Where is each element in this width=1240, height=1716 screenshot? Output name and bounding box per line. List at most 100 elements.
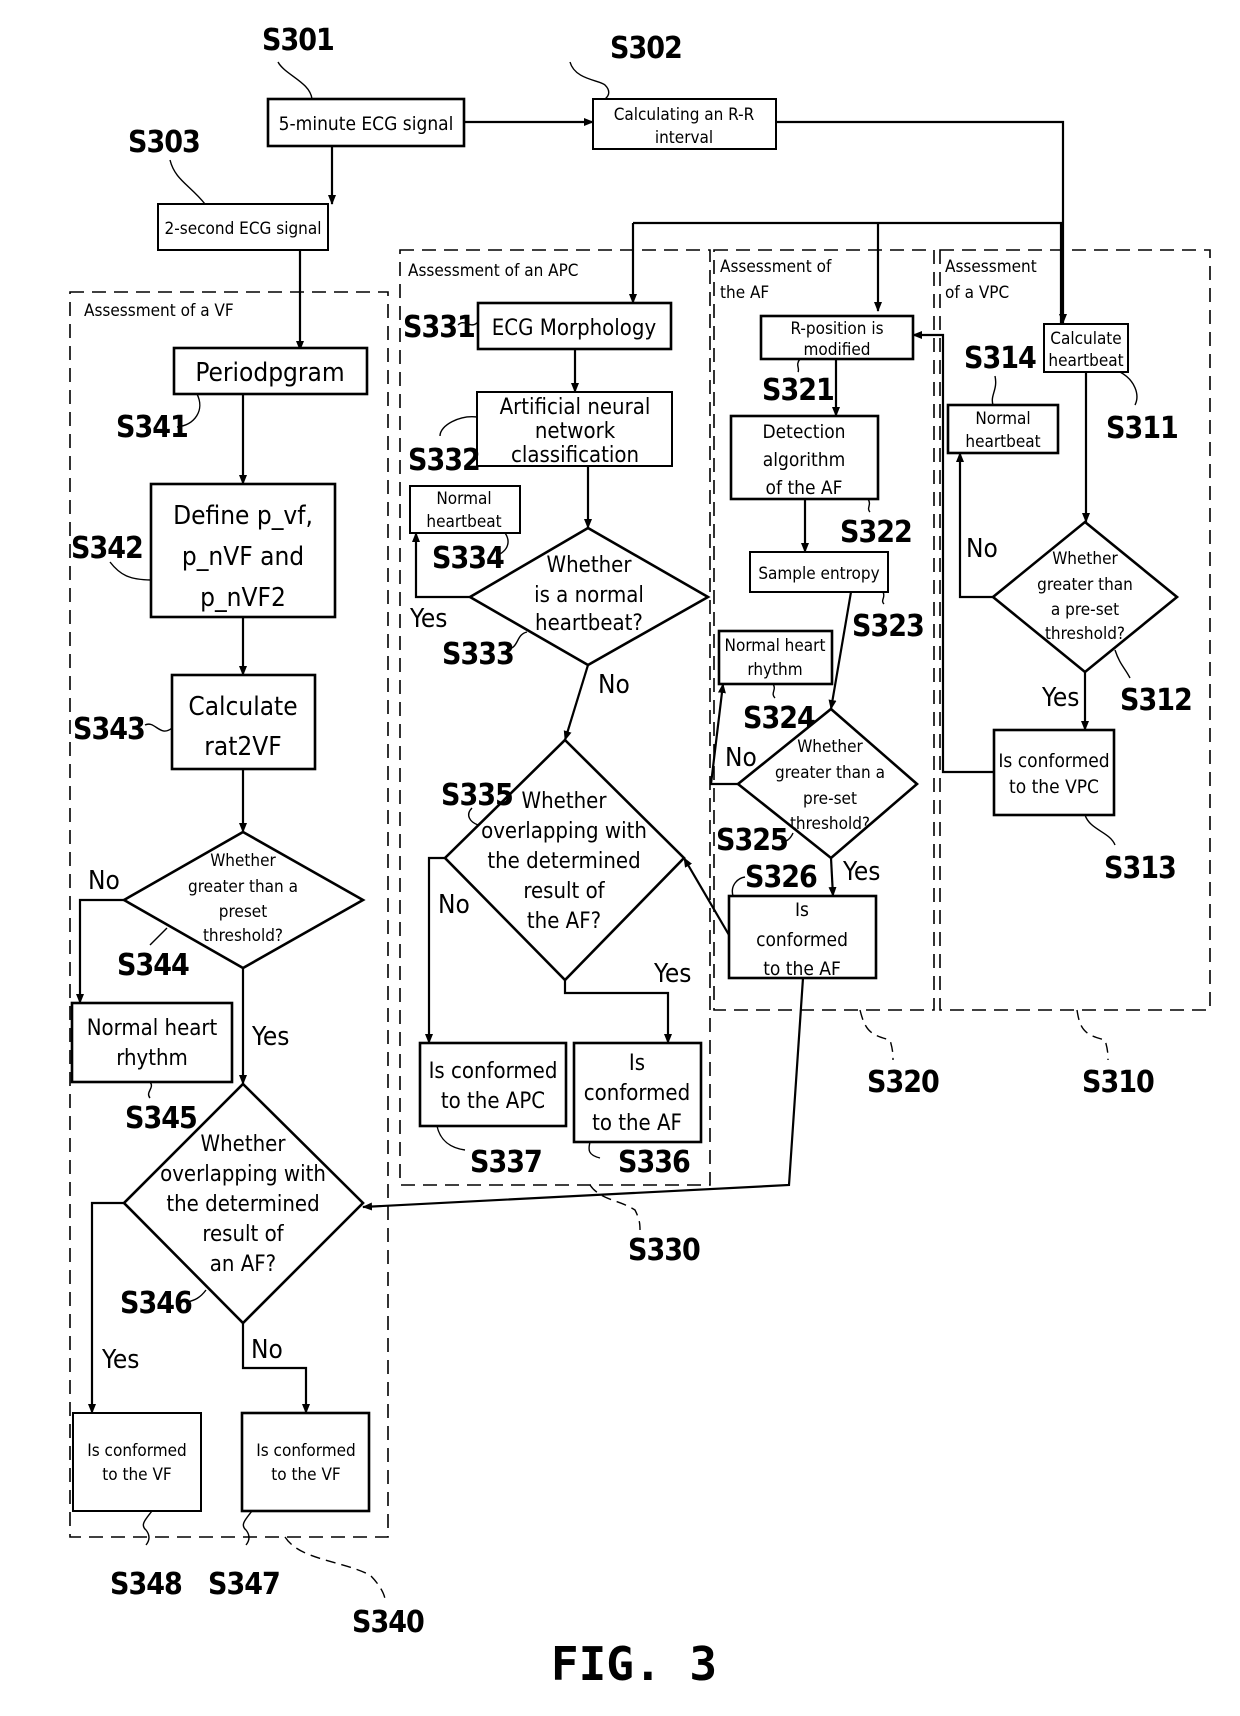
decision-vf-threshold-text-3: preset — [219, 902, 267, 922]
decision-af-threshold-text-2: greater than a — [775, 763, 885, 783]
ref-S301: S301 — [262, 23, 334, 58]
node-af-normal-heart-rhythm-text-2: rhythm — [747, 660, 802, 680]
node-af-detection-algorithm-text-3: of the AF — [766, 477, 843, 499]
ref-S326-leader — [731, 876, 746, 897]
node-af-normal-heart-rhythm-text-1: Normal heart — [725, 636, 826, 656]
decision-apc-overlap-af-text-5: the AF? — [527, 909, 601, 934]
ref-S345: S345 — [125, 1101, 197, 1136]
node-apc-conformed-af-text-3: to the AF — [592, 1111, 682, 1136]
decision-normal-heartbeat-text-1: Whether — [547, 553, 633, 578]
group-vpc-title-line2: of a VPC — [945, 283, 1009, 303]
node-periodogram-text: Periodpgram — [195, 358, 344, 388]
label-S312-no: No — [966, 534, 998, 564]
decision-vf-threshold-text-2: greater than a — [188, 877, 298, 897]
group-vpc-ref: S310 — [1082, 1065, 1154, 1100]
node-af-detection-algorithm-text-2: algorithm — [763, 449, 846, 471]
label-S335-no: No — [438, 890, 470, 920]
ref-S313-leader — [1084, 814, 1116, 846]
decision-vf-threshold-text-1: Whether — [210, 851, 276, 871]
decision-vpc-threshold-text-2: greater than — [1037, 575, 1133, 595]
decision-af-threshold-text-1: Whether — [797, 737, 863, 757]
node-rr-interval-text-1: Calculating an R-R — [614, 105, 755, 125]
node-ann-classification-text-1: Artificial neural — [500, 395, 651, 420]
edge-S326-S335 — [683, 857, 730, 936]
label-S325-no: No — [725, 743, 757, 773]
ref-S344: S344 — [117, 948, 189, 983]
edge-S323-S325 — [828, 591, 853, 710]
decision-vf-overlap-af-text-5: an AF? — [210, 1252, 276, 1277]
label-S346-yes: Yes — [101, 1345, 139, 1375]
node-apc-normal-heartbeat-text-2: heartbeat — [426, 512, 501, 532]
ref-S303-leader — [169, 159, 206, 205]
group-vf-ref: S340 — [352, 1605, 424, 1640]
ref-S323-leader — [881, 591, 885, 605]
ref-S311-leader — [1119, 371, 1138, 406]
ref-S322-leader — [867, 498, 871, 513]
ref-S336: S336 — [618, 1145, 690, 1180]
node-conformed-vpc — [992, 728, 1116, 817]
ref-S302-leader — [569, 61, 610, 100]
decision-apc-overlap-af-text-1: Whether — [522, 789, 608, 814]
ref-S337-leader — [436, 1125, 466, 1151]
ref-S321-leader — [797, 358, 801, 373]
decision-normal-heartbeat-text-2: is a normal — [534, 583, 644, 608]
ref-S324-leader — [772, 683, 776, 699]
node-af-conformed-S326-text-3: to the AF — [763, 958, 841, 980]
ref-S343-leader — [144, 723, 173, 732]
decision-vpc-threshold-text-3: a pre-set — [1051, 600, 1119, 620]
decision-vf-overlap-af-text-4: result of — [202, 1222, 284, 1247]
ref-S333: S333 — [442, 637, 514, 672]
figure-caption: FIG. 3 — [551, 1637, 717, 1691]
node-af-conformed-S326-text-1: Is — [795, 899, 809, 921]
group-af-title-line1: Assessment of — [720, 257, 832, 277]
ref-S348: S348 — [110, 1567, 182, 1602]
group-af-ref: S320 — [867, 1065, 939, 1100]
node-define-pvf-text-2: p_nVF and — [182, 542, 304, 572]
group-af-leader — [859, 1009, 894, 1061]
edge-S335-no-S337 — [425, 856, 445, 1044]
ref-S336-leader — [588, 1141, 601, 1159]
node-vpc-normal-heartbeat-text-2: heartbeat — [965, 432, 1040, 452]
decision-vf-overlap-af-text-3: the determined — [166, 1192, 319, 1217]
decision-vpc-threshold-text-4: threshold? — [1045, 624, 1125, 644]
label-S325-yes: Yes — [842, 857, 880, 887]
group-vpc-leader — [1076, 1009, 1109, 1061]
node-vf-conformed-S348 — [72, 1412, 202, 1512]
label-S333-no: No — [598, 670, 630, 700]
ref-S314: S314 — [964, 341, 1036, 376]
ref-S311: S311 — [1106, 411, 1178, 446]
ref-S344-leader — [149, 927, 168, 946]
ref-S312-leader — [1114, 649, 1131, 679]
ref-S342: S342 — [71, 531, 143, 566]
edge-S325-yes-S326 — [828, 857, 837, 897]
node-af-detection-algorithm-text-1: Detection — [762, 421, 845, 443]
node-vpc-normal-heartbeat-text-1: Normal — [975, 409, 1030, 429]
ref-S323: S323 — [852, 609, 924, 644]
decision-vf-overlap-af-text-2: overlapping with — [160, 1162, 326, 1187]
node-vf-conformed-S348-text-1: Is conformed — [87, 1441, 187, 1461]
label-S344-no: No — [88, 866, 120, 896]
decision-af-threshold-text-3: pre-set — [803, 789, 857, 809]
node-ann-classification-text-2: network — [535, 419, 616, 444]
decision-vpc-threshold — [990, 520, 1180, 674]
group-apc-ref: S330 — [628, 1233, 700, 1268]
node-5min-ecg-signal-text: 5-minute ECG signal — [279, 113, 454, 135]
node-calculate-heartbeat-text-1: Calculate — [1050, 329, 1121, 349]
label-S335-yes: Yes — [653, 959, 691, 989]
node-conformed-vpc-text-2: to the VPC — [1009, 776, 1099, 798]
ref-S302: S302 — [610, 31, 682, 66]
group-apc-leader — [589, 1184, 641, 1231]
edge-S333-no-S335 — [563, 664, 590, 741]
decision-apc-overlap-af-text-4: result of — [523, 879, 605, 904]
ref-S343: S343 — [73, 712, 145, 747]
decision-af-threshold-text-4: threshold? — [790, 814, 870, 834]
label-S312-yes: Yes — [1041, 683, 1079, 713]
ref-S301-leader — [277, 61, 313, 100]
node-conformed-vpc-text-1: Is conformed — [998, 750, 1109, 772]
ref-S346: S346 — [120, 1286, 192, 1321]
flowchart-figure: Assessment of a VF Assessment of an APC … — [69, 23, 1211, 1691]
decision-apc-overlap-af-text-2: overlapping with — [481, 819, 647, 844]
decision-vf-overlap-af-text-1: Whether — [201, 1132, 287, 1157]
ref-S312: S312 — [1120, 683, 1192, 718]
group-apc-title: Assessment of an APC — [408, 261, 578, 281]
